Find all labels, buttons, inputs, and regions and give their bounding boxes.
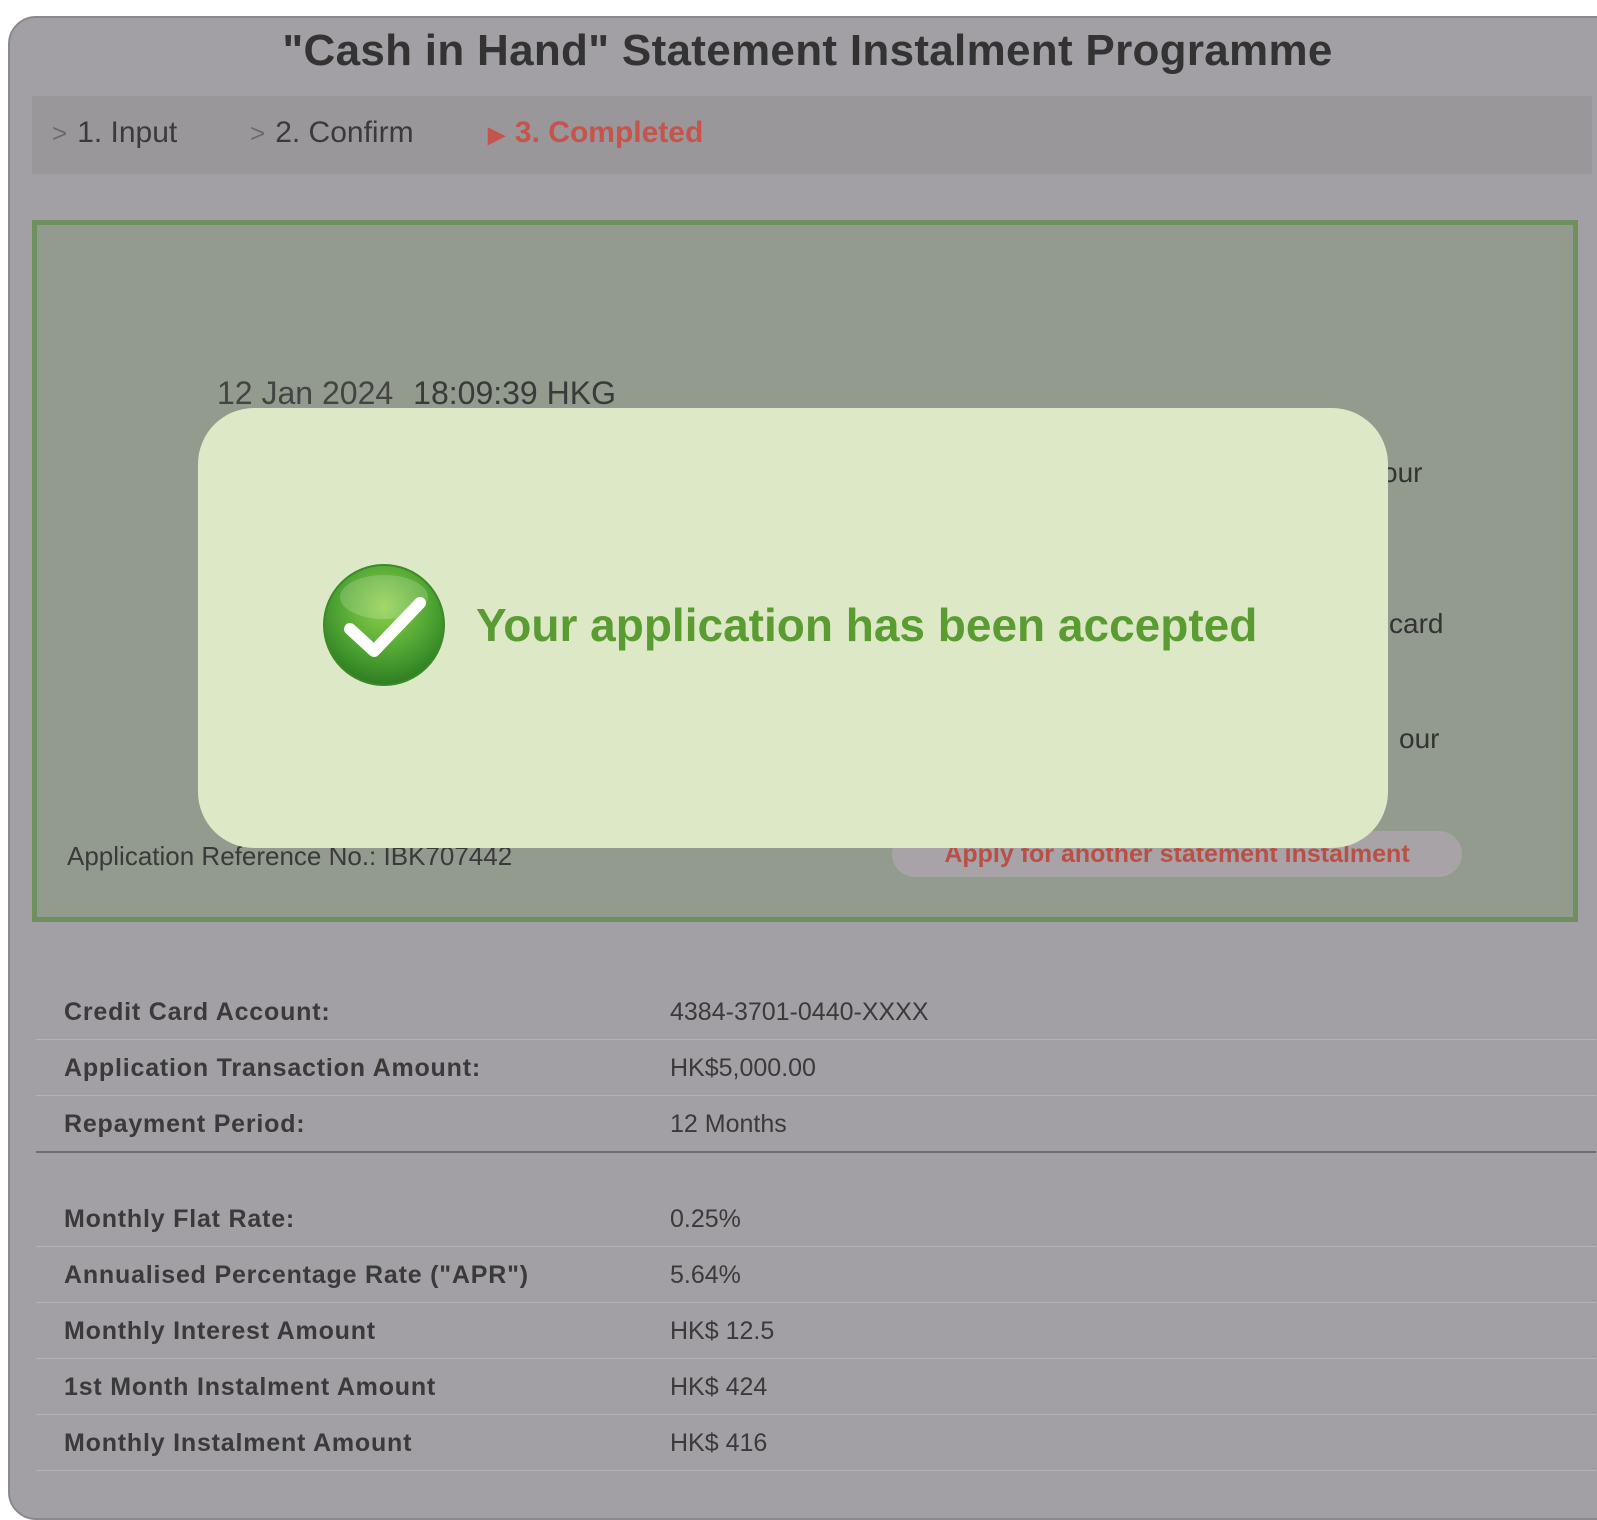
detail-value: HK$5,000.00: [670, 1054, 816, 1082]
chevron-right-icon: >: [52, 118, 68, 148]
detail-label: 1st Month Instalment Amount: [64, 1373, 437, 1401]
detail-value: HK$ 12.5: [670, 1317, 775, 1345]
step-confirm-label: 2. Confirm: [275, 116, 414, 149]
detail-row: Repayment Period: 12 Months: [36, 1096, 1596, 1153]
detail-row: Monthly Flat Rate: 0.25%: [36, 1191, 1596, 1247]
detail-label: Monthly Flat Rate:: [64, 1205, 296, 1233]
detail-value: 0.25%: [670, 1205, 741, 1233]
application-details: Credit Card Account: 4384-3701-0440-XXXX…: [36, 984, 1596, 1471]
detail-label: Application Transaction Amount:: [64, 1054, 481, 1082]
detail-label: Monthly Instalment Amount: [64, 1429, 413, 1457]
detail-row: Application Transaction Amount: HK$5,000…: [36, 1040, 1596, 1096]
page-title: "Cash in Hand" Statement Instalment Prog…: [282, 26, 1333, 75]
success-modal: Your application has been accepted: [198, 408, 1388, 848]
step-confirm: >2. Confirm: [250, 116, 414, 150]
timestamp: 12 Jan 2024 18:09:39 HKG: [217, 375, 616, 412]
timestamp-date: 12 Jan 2024: [217, 375, 394, 411]
detail-value: HK$ 416: [670, 1429, 768, 1457]
detail-value: 4384-3701-0440-XXXX: [670, 998, 929, 1026]
detail-value: HK$ 424: [670, 1373, 768, 1401]
step-input: >1. Input: [52, 116, 177, 150]
detail-row: Monthly Interest Amount HK$ 12.5: [36, 1303, 1596, 1359]
step-completed: ▶ 3. Completed: [488, 116, 703, 150]
detail-row: Annualised Percentage Rate ("APR") 5.64%: [36, 1247, 1596, 1303]
play-arrow-icon: ▶: [488, 122, 505, 147]
chevron-right-icon: >: [250, 118, 266, 148]
obscured-text-1: our: [1382, 457, 1423, 488]
success-message: Your application has been accepted: [476, 599, 1258, 651]
detail-value: 5.64%: [670, 1261, 741, 1289]
detail-label: Credit Card Account:: [64, 998, 331, 1026]
obscured-text-3: our: [1399, 723, 1440, 754]
detail-row: Credit Card Account: 4384-3701-0440-XXXX: [36, 984, 1596, 1040]
detail-label: Annualised Percentage Rate ("APR"): [64, 1261, 529, 1289]
step-completed-label: 3. Completed: [514, 116, 704, 149]
detail-value: 12 Months: [670, 1110, 787, 1138]
obscured-text-2: card: [1389, 608, 1444, 639]
checkmark-circle-icon: [323, 564, 445, 686]
detail-row: Monthly Instalment Amount HK$ 416: [36, 1415, 1596, 1471]
timestamp-time: 18:09:39 HKG: [413, 375, 616, 411]
detail-label: Repayment Period:: [64, 1110, 306, 1138]
detail-label: Monthly Interest Amount: [64, 1317, 376, 1345]
step-input-label: 1. Input: [77, 116, 178, 149]
detail-row: 1st Month Instalment Amount HK$ 424: [36, 1359, 1596, 1415]
progress-steps: >1. Input >2. Confirm ▶ 3. Completed: [32, 96, 1592, 174]
